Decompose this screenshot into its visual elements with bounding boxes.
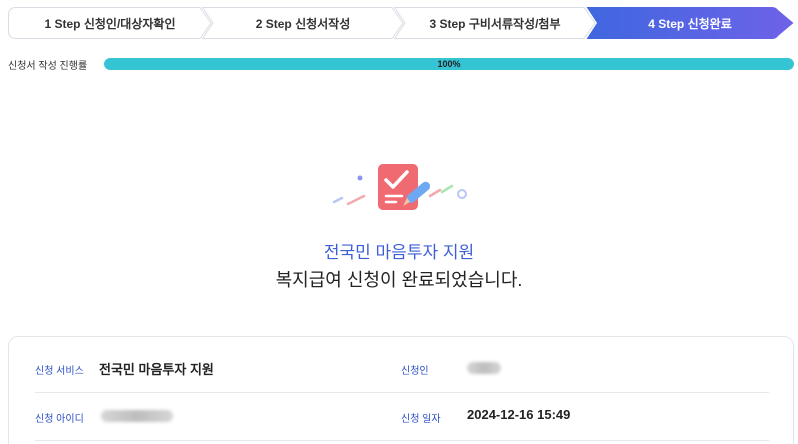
date-label: 신청 일자 — [401, 414, 441, 425]
completed-service-title: 전국민 마음투자 지원 — [323, 243, 475, 262]
service-value: 전국민 마음투자 지원 — [99, 362, 214, 377]
step-1: 1 Step 신청인/대상자확인 — [8, 7, 212, 39]
progress-percent: 100% — [437, 59, 461, 69]
step-1-label: 1 Step 신청인/대상자확인 — [44, 16, 176, 31]
progress-label: 신청서 작성 진행률 — [8, 60, 88, 72]
applicant-label: 신청인 — [401, 366, 429, 377]
date-value: 2024-12-16 15:49 — [467, 407, 571, 422]
step-indicator: 1 Step 신청인/대상자확인 2 Step 신청서작성 3 Step 구비서… — [8, 7, 794, 39]
step-3-label: 3 Step 구비서류작성/첨부 — [429, 16, 561, 31]
progress-section: 신청서 작성 진행률 100% — [8, 57, 794, 72]
step-3: 3 Step 구비서류작성/첨부 — [394, 7, 596, 39]
service-label: 신청 서비스 — [35, 366, 84, 377]
info-row: 신청 아이디 신청 일자 2024-12-16 15:49 — [35, 393, 769, 441]
applicant-id-label: 신청 아이디 — [35, 414, 84, 425]
step-4: 4 Step 신청완료 — [586, 7, 794, 39]
applicant-value-redacted — [467, 362, 501, 374]
application-info-card: 신청 서비스 전국민 마음투자 지원 신청인 신청 아이디 신청 일자 2024… — [8, 336, 794, 444]
completion-illustration-icon — [332, 164, 467, 210]
info-row: 신청 서비스 전국민 마음투자 지원 신청인 — [35, 345, 769, 393]
step-2-label: 2 Step 신청서작성 — [255, 16, 351, 31]
applicant-id-value-redacted — [101, 410, 173, 422]
completion-message: 복지급여 신청이 완료되었습니다. — [275, 270, 523, 290]
step-4-label: 4 Step 신청완료 — [648, 16, 732, 31]
step-2: 2 Step 신청서작성 — [202, 7, 404, 39]
